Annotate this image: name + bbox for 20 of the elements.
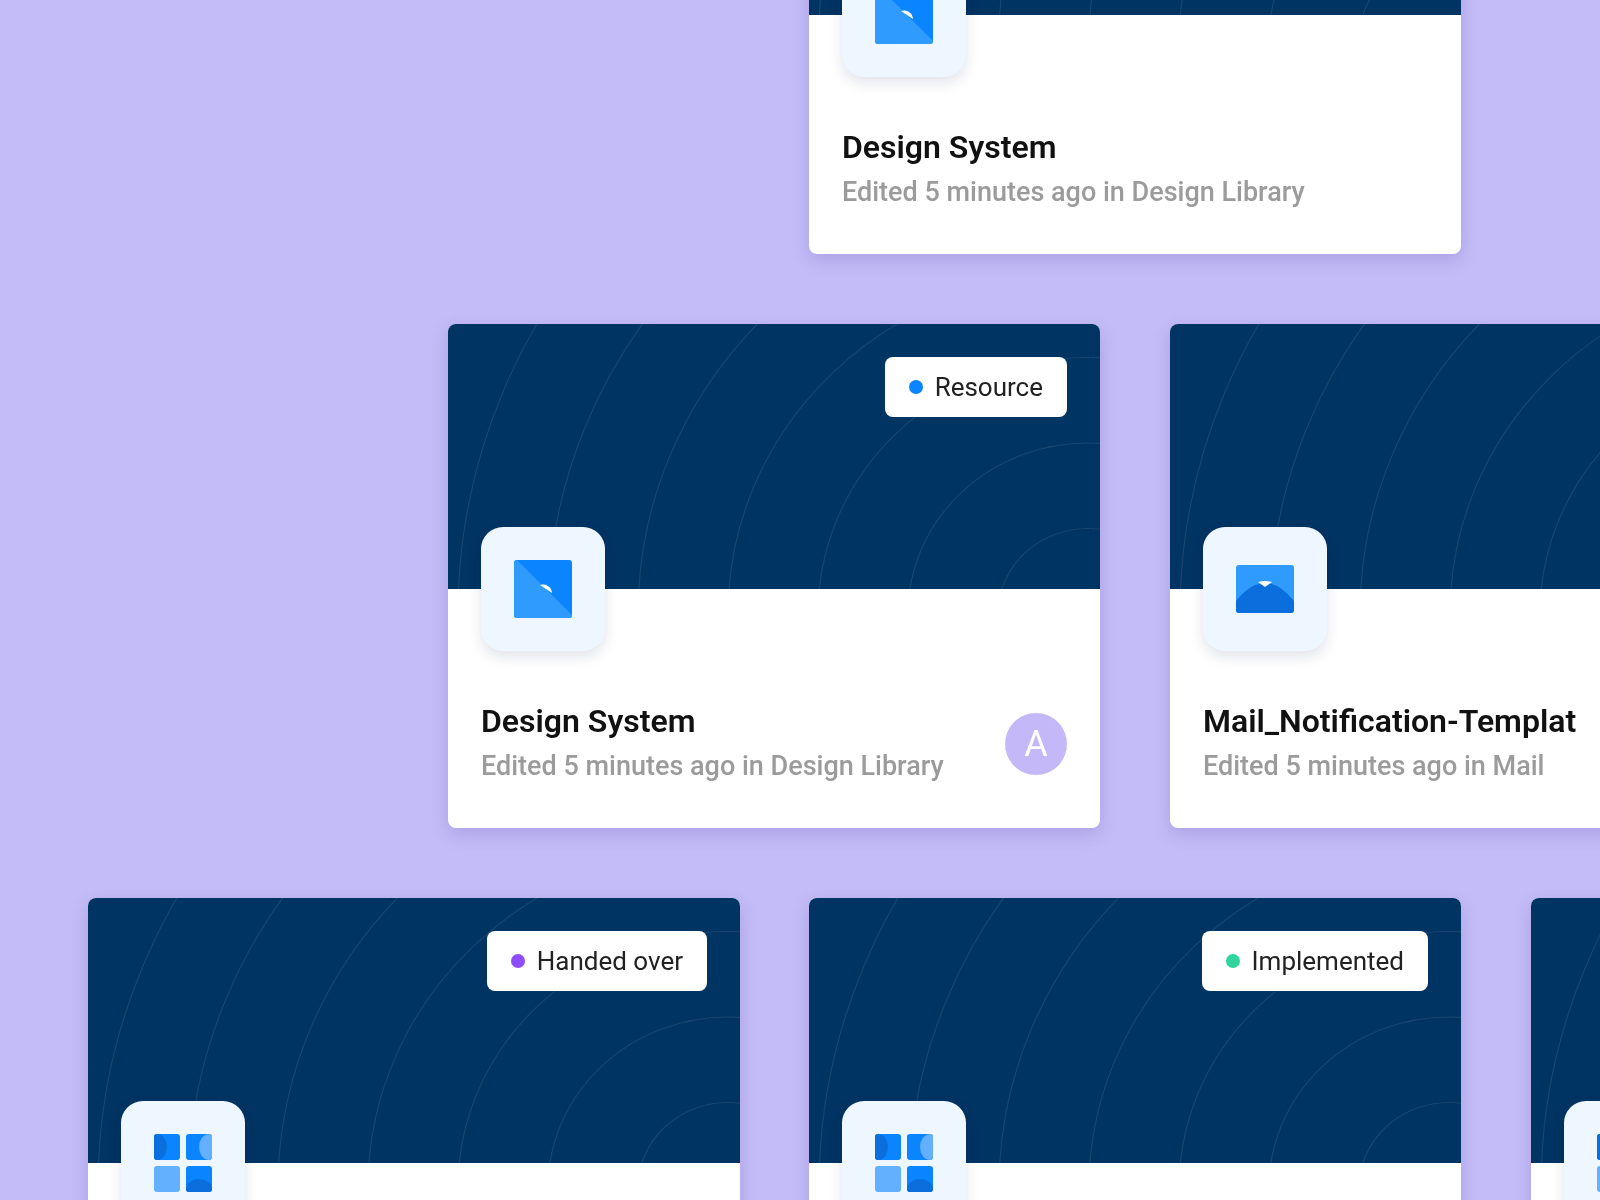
card-subtitle: Edited 5 minutes ago in Mail [1203,749,1546,784]
image-icon [875,0,933,44]
project-card[interactable]: Resource Design System Edited 5 minutes ago in Design Library A [448,324,1100,828]
status-label: Resource [934,372,1043,402]
card-subtitle: Edited 5 minutes ago in Design Library [842,175,1305,210]
project-card[interactable]: Handed over [88,898,740,1200]
grid-icon [875,1134,933,1192]
project-card[interactable]: Design System Edited 5 minutes ago in Design Library [809,0,1461,254]
card-subtitle: Edited 5 minutes ago in Design Library [481,749,944,784]
card-title: Design System [481,701,697,742]
project-card[interactable]: Implemented [809,898,1461,1200]
project-card[interactable]: Mail_Notification-Templat Edited 5 minutes ago in Mail [1170,324,1600,828]
mail-icon [1236,565,1294,613]
card-title: Design System [842,127,1058,168]
image-icon [514,560,572,618]
status-label: Handed over [536,946,683,976]
user-avatar: A [1005,713,1067,775]
status-label: Implemented [1251,946,1404,976]
card-title: Mail_Notification-Templat [1203,701,1577,742]
grid-icon [154,1134,212,1192]
